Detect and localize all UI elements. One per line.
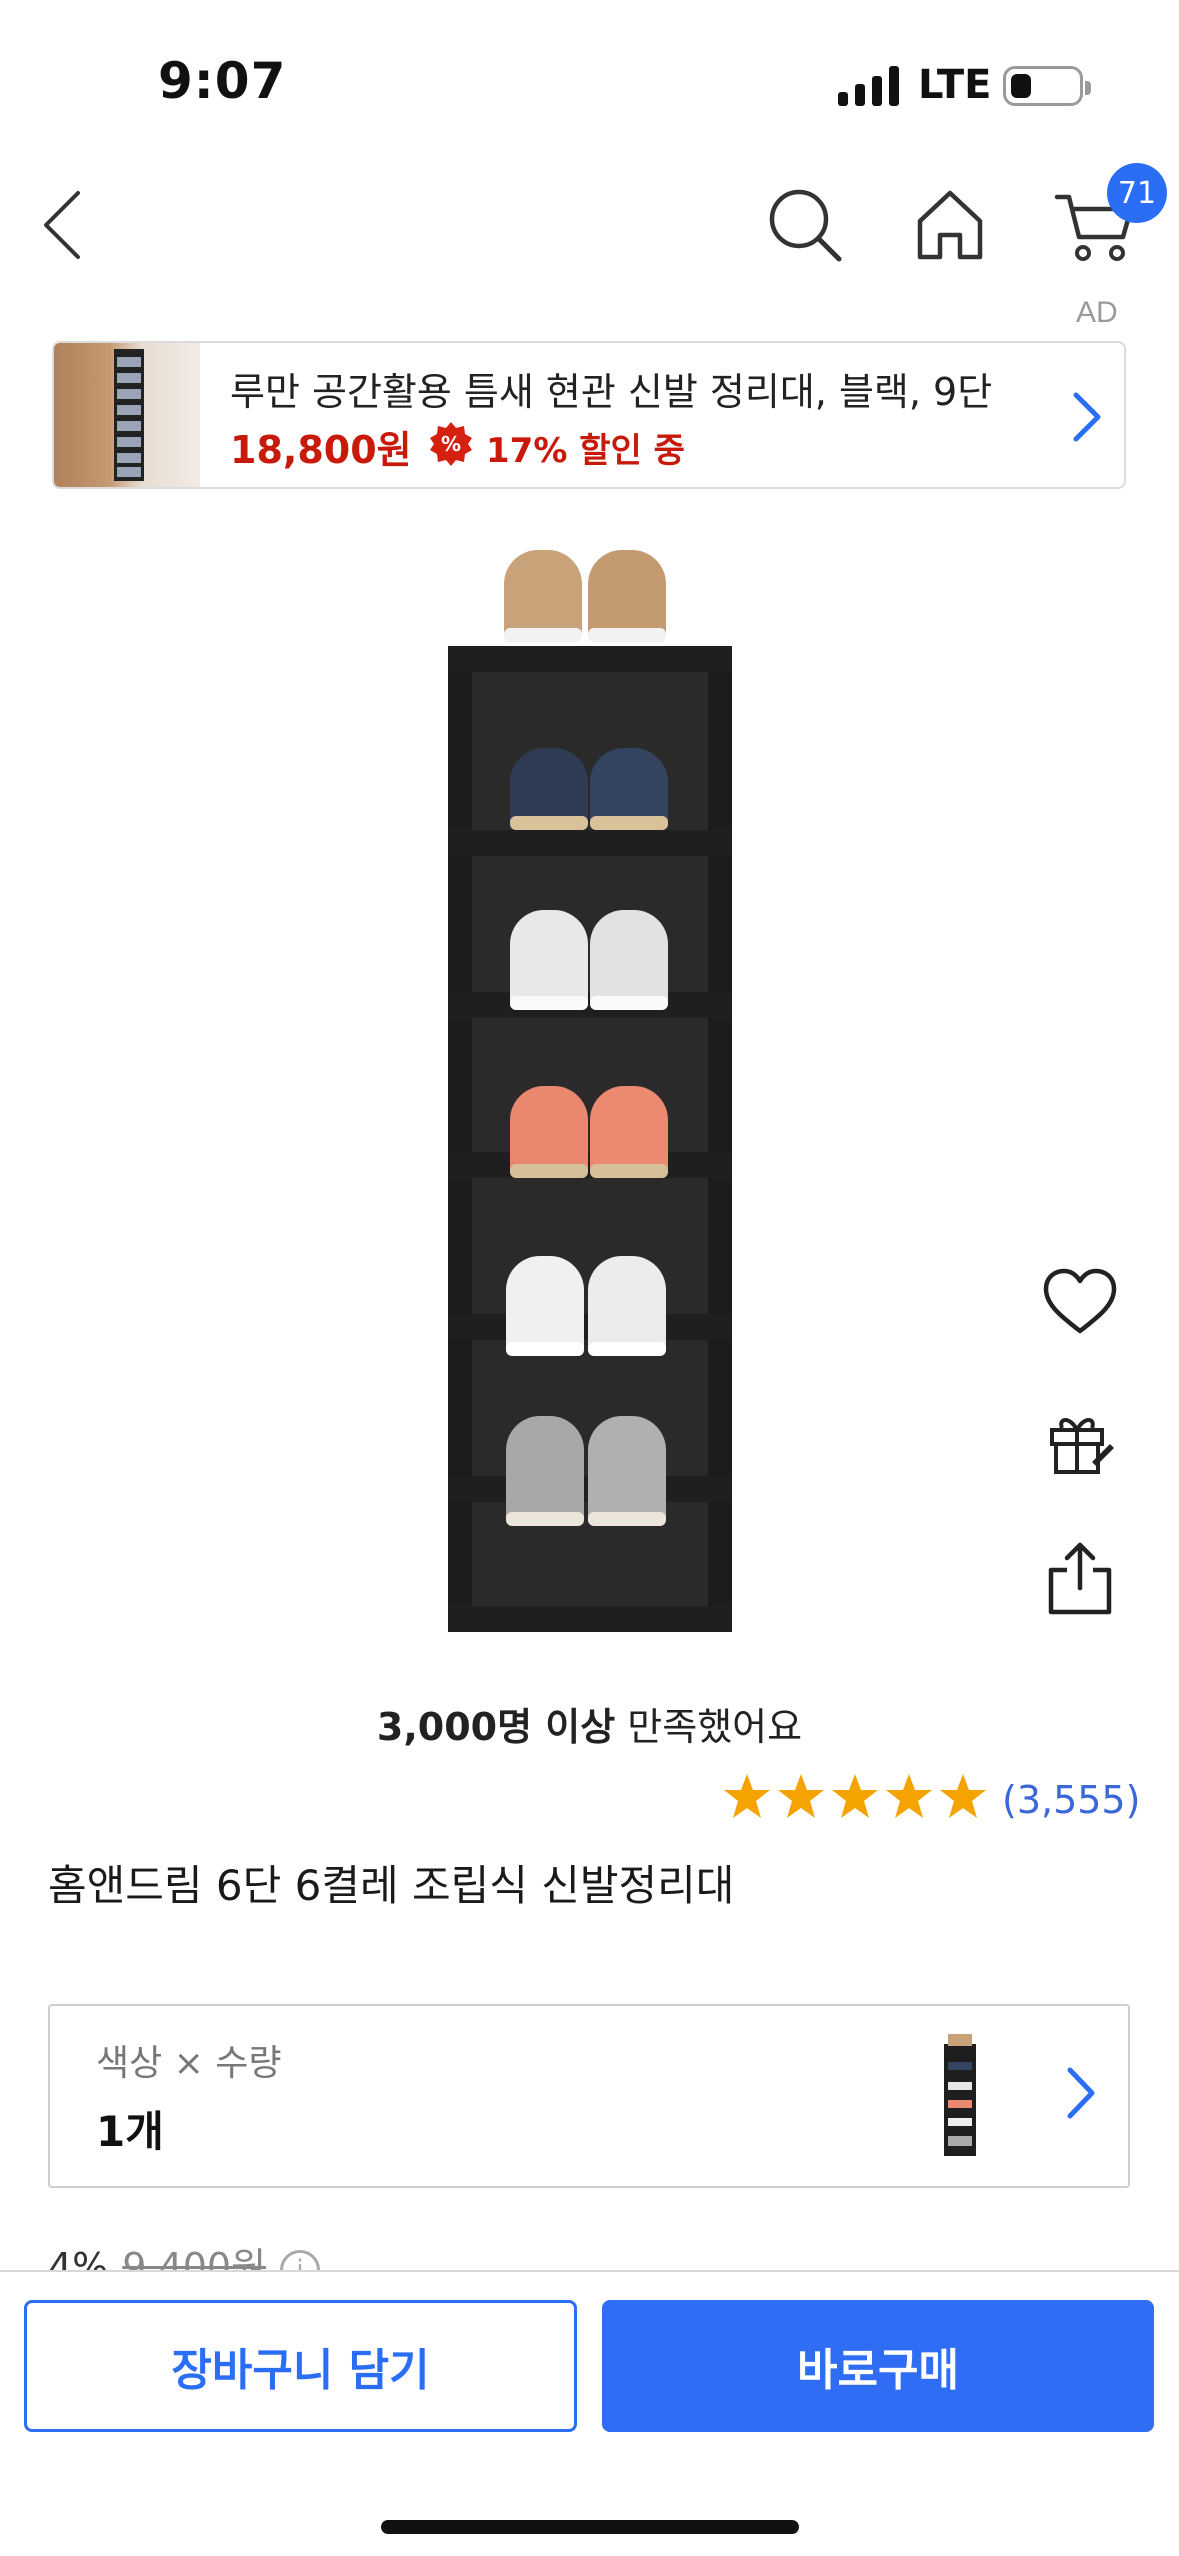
home-icon <box>917 190 983 260</box>
ad-product-thumbnail <box>54 343 200 487</box>
satisfaction-suffix: 만족했어요 <box>615 1705 803 1749</box>
back-button[interactable] <box>18 180 108 270</box>
ad-title: 루만 공간활용 틈새 현관 신발 정리대, 블랙, 9단 <box>230 370 993 414</box>
ad-banner[interactable]: 루만 공간활용 틈새 현관 신발 정리대, 블랙, 9단 18,800원 % 1… <box>52 341 1126 489</box>
discount-badge-icon: % <box>430 422 472 466</box>
option-label: 색상 × 수량 <box>96 2043 282 2084</box>
star-icon <box>832 1774 878 1818</box>
home-indicator <box>381 2520 799 2534</box>
bottom-action-bar: 장바구니 담기 바로구매 <box>0 2270 1179 2556</box>
ad-price: 18,800원 <box>230 428 412 472</box>
share-button[interactable] <box>1036 1534 1124 1622</box>
back-chevron-icon <box>44 191 80 259</box>
star-icon <box>778 1774 824 1818</box>
discount-badge-glyph: % <box>441 432 461 456</box>
option-selector[interactable]: 색상 × 수량 1개 <box>48 2004 1130 2188</box>
heart-icon <box>1043 1268 1117 1334</box>
product-image[interactable] <box>420 540 760 1640</box>
option-value: 1개 <box>96 2107 164 2156</box>
gift-icon <box>1050 1418 1114 1474</box>
search-icon <box>769 189 842 262</box>
product-title: 홈앤드림 6단 6켤레 조립식 신발정리대 <box>48 1861 735 1910</box>
search-button[interactable] <box>760 180 850 270</box>
gift-button[interactable] <box>1036 1398 1124 1486</box>
chevron-right-icon <box>1073 392 1101 442</box>
star-icon <box>724 1774 770 1818</box>
cart-count-badge: 71 <box>1107 163 1167 223</box>
signal-strength-icon <box>838 66 902 106</box>
share-icon <box>1048 1542 1112 1615</box>
chevron-right-icon <box>1067 2067 1095 2119</box>
star-icon <box>886 1774 932 1818</box>
wishlist-button[interactable] <box>1036 1258 1124 1346</box>
battery-icon <box>1003 66 1091 106</box>
ad-discount-text: 17% 할인 중 <box>486 431 685 471</box>
buy-now-button[interactable]: 바로구매 <box>602 2300 1154 2432</box>
star-icon <box>940 1774 986 1818</box>
add-to-cart-button[interactable]: 장바구니 담기 <box>24 2300 577 2432</box>
status-bar: 9:07 LTE <box>0 0 1179 150</box>
home-button[interactable] <box>905 180 995 270</box>
review-count-link[interactable]: (3,555) <box>1002 1778 1140 1822</box>
satisfaction-text: 3,000명 이상 만족했어요 <box>0 1696 1179 1751</box>
option-thumbnail <box>944 2034 976 2156</box>
status-time: 9:07 <box>158 52 287 110</box>
top-nav <box>0 160 1179 290</box>
network-type: LTE <box>918 62 992 108</box>
ad-label: AD <box>1076 296 1118 329</box>
satisfaction-count: 3,000명 이상 <box>376 1705 616 1749</box>
rating-stars <box>722 1772 988 1826</box>
